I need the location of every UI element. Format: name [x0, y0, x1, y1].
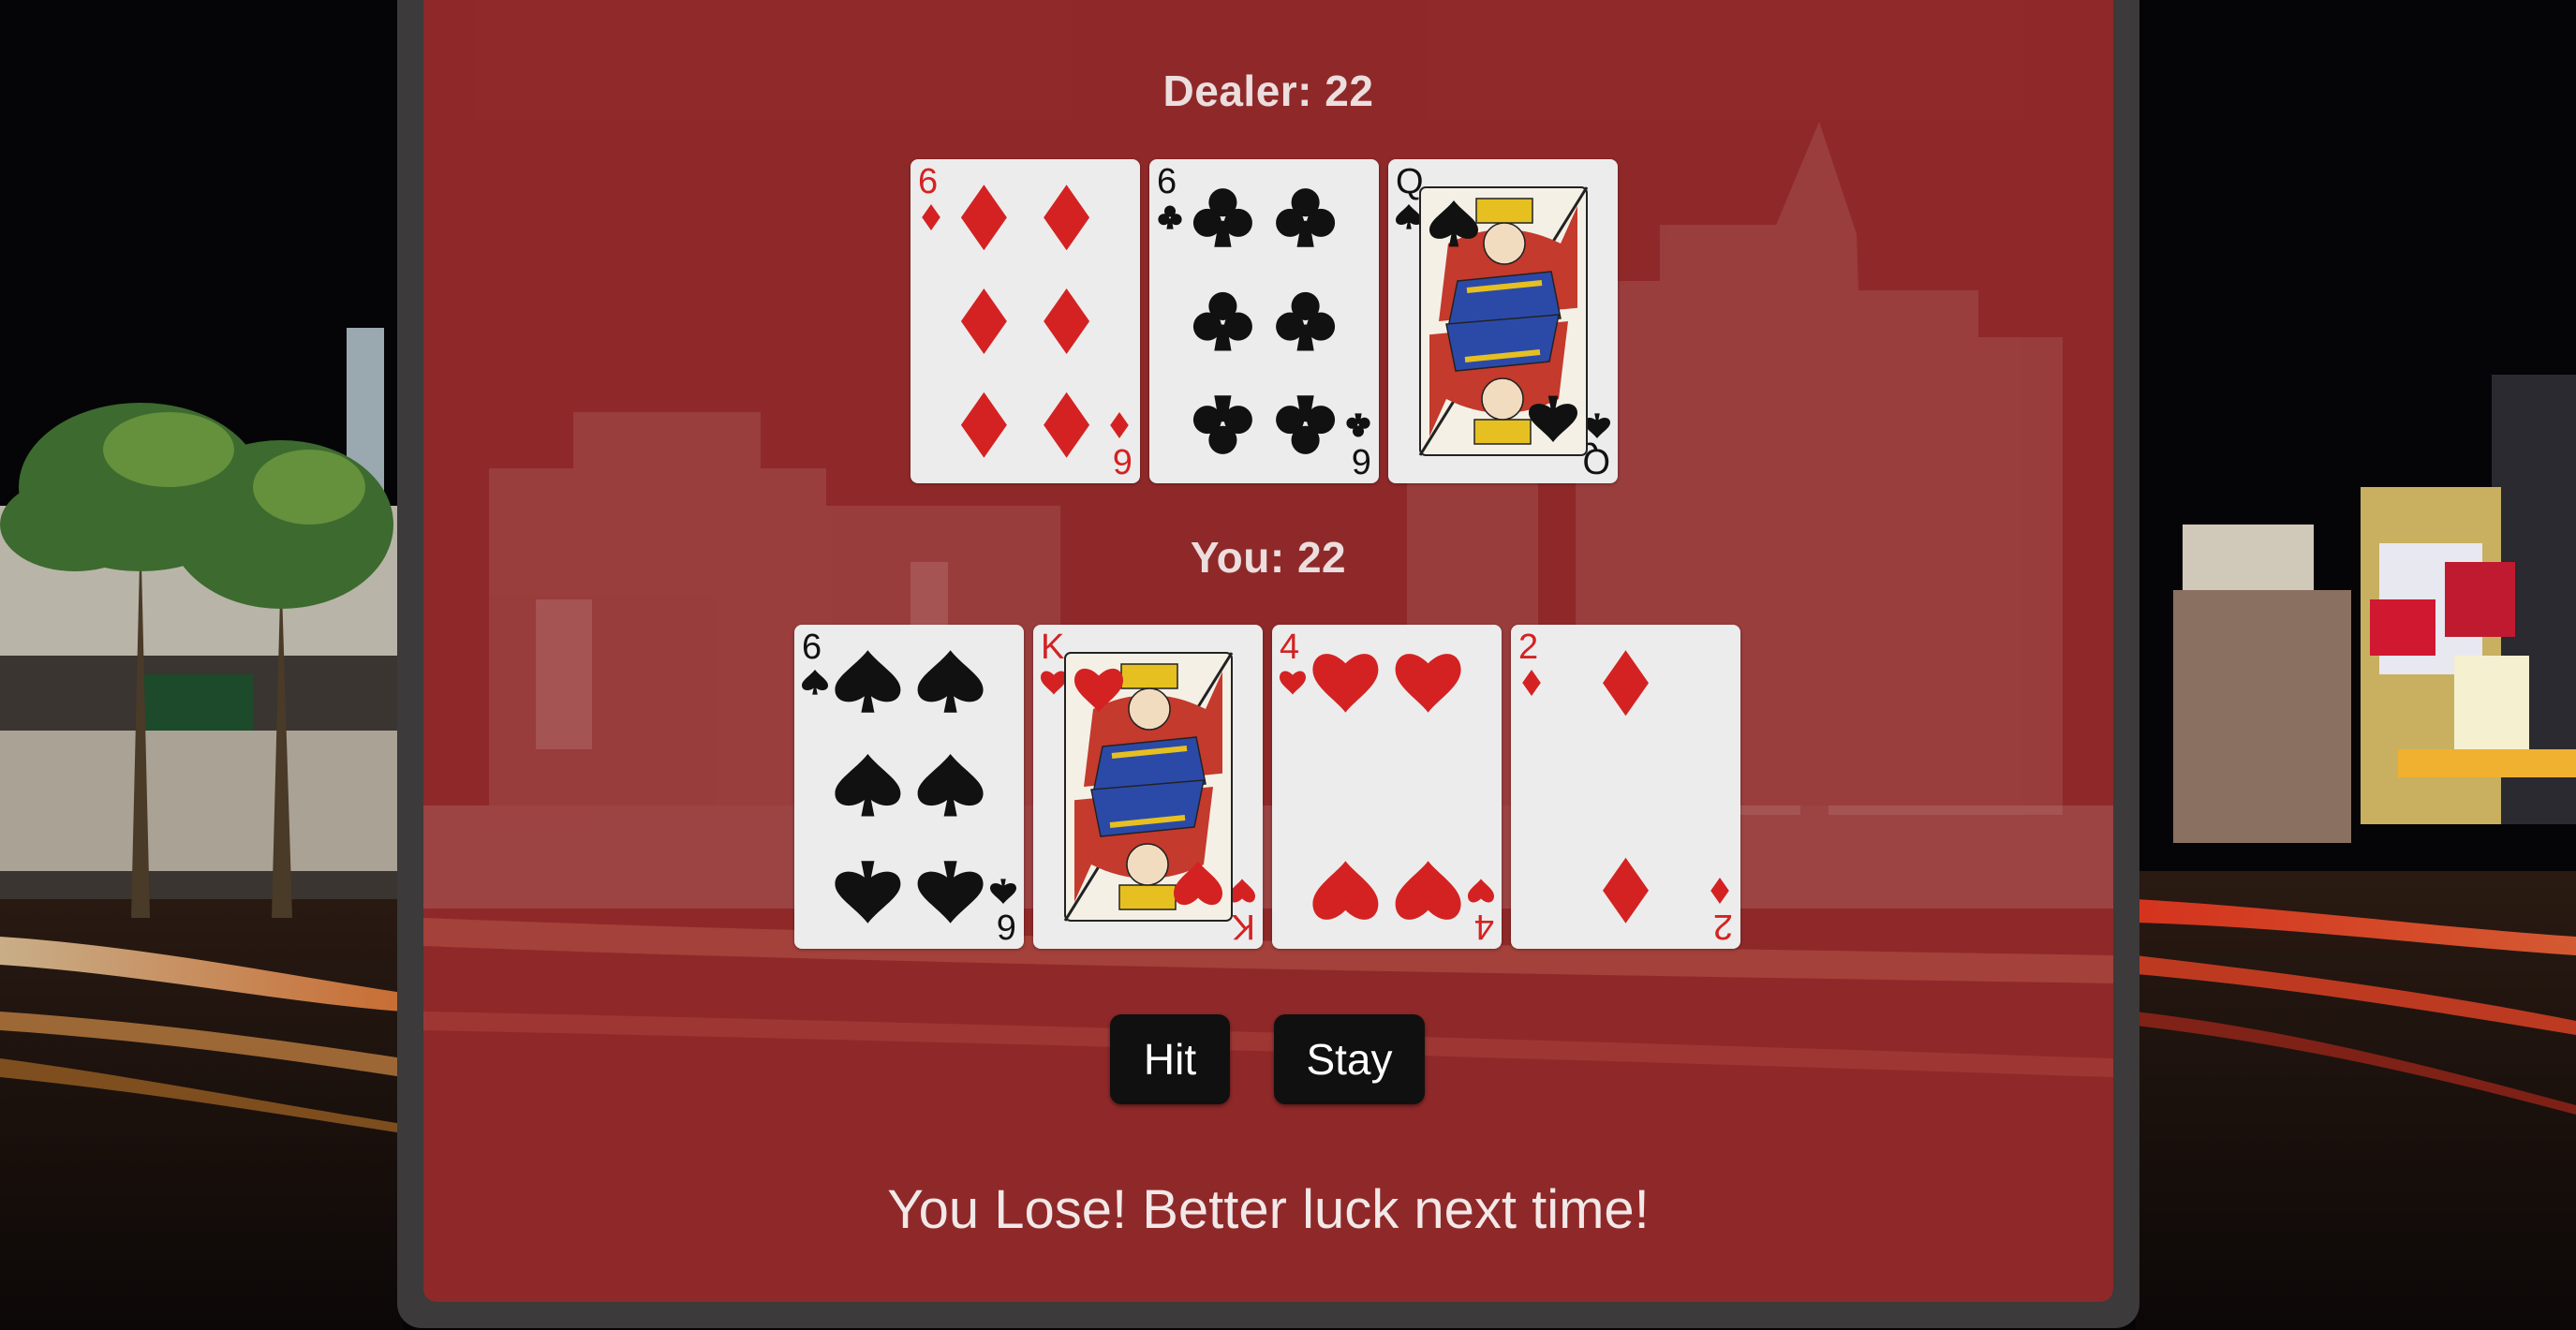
hearts-pip-icon — [1312, 654, 1379, 713]
spades-suit-icon — [990, 879, 1016, 904]
card-rank: 4 — [1474, 907, 1494, 946]
diamonds-suit-icon — [1110, 412, 1129, 438]
diamonds-suit-icon — [922, 204, 940, 230]
hearts-pip-icon — [1395, 654, 1461, 713]
card-rank: 6 — [997, 907, 1016, 946]
spades-suit-icon — [1584, 413, 1610, 438]
diamonds-suit-icon — [1710, 878, 1729, 904]
clubs-suit-icon — [1158, 205, 1182, 229]
hearts-pip-icon — [1395, 861, 1461, 920]
player-hand: 66KK4422 — [794, 625, 1740, 949]
diamonds-pip-icon — [1044, 185, 1090, 251]
player-card-king-of-hearts: KK — [1033, 625, 1263, 949]
dealer-card-six-of-clubs: 66 — [1149, 159, 1379, 483]
card-rank: 2 — [1713, 907, 1733, 946]
player-card-six-of-spades: 66 — [794, 625, 1024, 949]
card-rank: 2 — [1518, 628, 1538, 667]
card-rank: 6 — [1113, 441, 1133, 480]
hearts-suit-icon — [1229, 879, 1255, 903]
spades-pip-icon — [835, 754, 901, 817]
hit-button[interactable]: Hit — [1110, 1014, 1230, 1104]
player-score: You: 22 — [1190, 533, 1347, 582]
hearts-suit-icon — [1468, 879, 1494, 903]
hearts-suit-icon — [1280, 671, 1306, 695]
clubs-pip-icon — [1192, 188, 1252, 247]
hearts-suit-icon — [1041, 671, 1067, 695]
spades-pip-icon — [917, 754, 984, 817]
diamonds-pip-icon — [960, 392, 1007, 458]
diamonds-pip-icon — [1603, 650, 1649, 717]
clubs-pip-icon — [1192, 395, 1252, 454]
dealer-card-six-of-diamonds: 66 — [910, 159, 1140, 483]
dealer-card-queen-of-spades: QQ — [1388, 159, 1618, 483]
game-panel: Dealer: 22 6666QQ You: 22 66KK4422 — [423, 0, 2113, 1302]
card-rank: 6 — [1157, 162, 1177, 201]
clubs-suit-icon — [1346, 413, 1370, 437]
diamonds-pip-icon — [960, 288, 1007, 354]
dealer-hand: 6666QQ — [910, 159, 1618, 483]
spades-pip-icon — [835, 650, 901, 713]
hearts-pip-icon — [1312, 861, 1379, 920]
clubs-pip-icon — [1276, 395, 1336, 454]
diamonds-pip-icon — [960, 185, 1007, 251]
result-message: You Lose! Better luck next time! — [887, 1179, 1650, 1240]
card-rank: 6 — [1352, 441, 1371, 480]
diamonds-pip-icon — [1044, 288, 1090, 354]
stay-button[interactable]: Stay — [1274, 1014, 1425, 1104]
diamonds-pip-icon — [1603, 857, 1649, 924]
spades-pip-icon — [917, 861, 984, 924]
spades-suit-icon — [802, 670, 828, 695]
card-rank: K — [1041, 628, 1064, 667]
player-card-four-of-hearts: 44 — [1272, 625, 1502, 949]
clubs-pip-icon — [1192, 291, 1252, 351]
dealer-score: Dealer: 22 — [1162, 66, 1374, 115]
clubs-pip-icon — [1276, 188, 1336, 247]
card-rank: 4 — [1280, 628, 1299, 667]
diamonds-suit-icon — [1522, 670, 1541, 696]
spades-suit-icon — [1396, 204, 1422, 229]
card-rank: 6 — [802, 628, 822, 667]
player-card-two-of-diamonds: 22 — [1511, 625, 1740, 949]
card-rank: 6 — [918, 162, 938, 201]
card-rank: K — [1232, 907, 1255, 946]
clubs-pip-icon — [1276, 291, 1336, 351]
diamonds-pip-icon — [1044, 392, 1090, 458]
spades-pip-icon — [835, 861, 901, 924]
spades-pip-icon — [917, 650, 984, 713]
